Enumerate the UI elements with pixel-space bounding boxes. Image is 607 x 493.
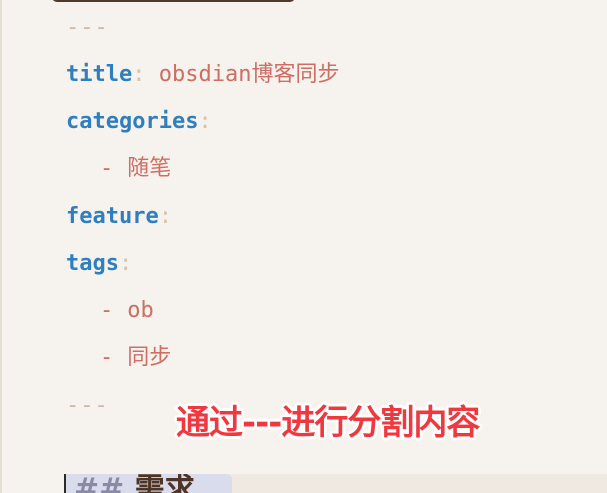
heading-title: 需求 [134, 474, 195, 493]
code-block-edge [52, 0, 295, 2]
feature-colon: : [158, 204, 172, 229]
feature-key: feature [66, 204, 159, 229]
title-key: title [66, 62, 133, 87]
frontmatter-title-line[interactable]: title: obsdian博客同步 [66, 61, 339, 89]
list-bullet: - [100, 156, 114, 181]
annotation-callout: 通过---进行分割内容 [176, 403, 480, 443]
frontmatter-close-delimiter[interactable]: --- [66, 392, 109, 420]
title-value: obsdian博客同步 [158, 62, 340, 87]
categories-colon: : [198, 109, 212, 134]
heading-text: ## 需求 [74, 474, 195, 493]
next-heading[interactable]: ## 需求 [64, 474, 232, 493]
frontmatter-tags-line[interactable]: tags: [66, 250, 132, 278]
list-bullet: - [100, 345, 114, 370]
frontmatter-open-delimiter[interactable]: --- [66, 14, 109, 42]
frontmatter-feature-line[interactable]: feature: [66, 203, 172, 231]
tag-value: 同步 [127, 345, 172, 370]
title-colon: : [132, 62, 146, 87]
editor-left-rule [0, 0, 2, 493]
tags-list-item[interactable]: - 同步 [100, 344, 171, 372]
tags-key: tags [66, 251, 119, 276]
categories-key: categories [66, 109, 199, 134]
categories-list-item[interactable]: - 随笔 [100, 155, 171, 183]
list-bullet: - [100, 298, 114, 323]
editor-page: --- title: obsdian博客同步 categories: - 随笔 f… [0, 0, 607, 493]
tags-list-item[interactable]: - ob [100, 297, 154, 325]
frontmatter-categories-line[interactable]: categories: [66, 108, 212, 136]
tag-value: ob [127, 298, 154, 323]
category-value: 随笔 [127, 156, 172, 181]
heading-marker: ## [74, 474, 135, 493]
tags-colon: : [118, 251, 133, 276]
